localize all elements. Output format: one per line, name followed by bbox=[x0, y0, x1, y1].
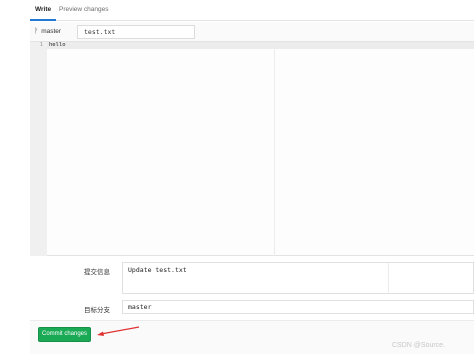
branch-name: master bbox=[41, 28, 62, 35]
tab-preview-changes[interactable]: Preview changes bbox=[54, 0, 114, 21]
commit-message-textarea[interactable]: Update test.txt bbox=[122, 262, 474, 294]
filename-input[interactable]: test.txt bbox=[77, 25, 195, 39]
editor-tabs: Write Preview changes bbox=[30, 0, 474, 21]
tab-write[interactable]: Write bbox=[30, 0, 57, 21]
code-line[interactable]: hello bbox=[49, 42, 66, 49]
commit-message-value: Update test.txt bbox=[128, 266, 187, 274]
commit-form: 提交信息 Update test.txt 目标分支 master bbox=[30, 256, 474, 354]
branch-icon: ᚹ bbox=[34, 28, 39, 35]
arrow-annotation-icon bbox=[97, 326, 140, 336]
print-margin bbox=[274, 42, 275, 256]
branch-indicator: ᚹ master bbox=[34, 25, 61, 39]
line-number: 1 bbox=[39, 42, 43, 48]
watermark: CSDN @Source. bbox=[392, 342, 446, 349]
line-number-gutter: 1 bbox=[30, 42, 47, 256]
active-line-highlight bbox=[47, 42, 474, 49]
file-header: ᚹ master test.txt bbox=[30, 22, 474, 42]
commit-message-label: 提交信息 bbox=[84, 269, 110, 276]
textarea-divider bbox=[388, 263, 389, 293]
code-editor[interactable]: 1 hello bbox=[30, 42, 474, 256]
commit-changes-button[interactable]: Commit changes bbox=[38, 327, 91, 342]
target-branch-input[interactable]: master bbox=[122, 300, 474, 314]
target-branch-label: 目标分支 bbox=[84, 307, 110, 314]
